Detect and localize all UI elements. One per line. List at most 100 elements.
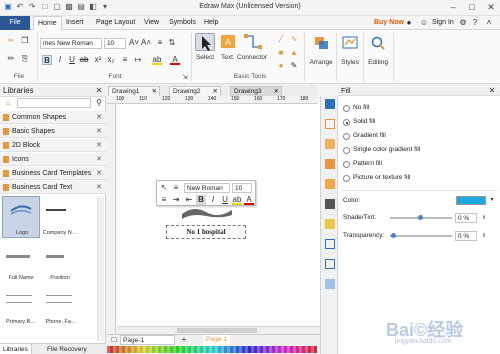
library-home-icon[interactable]: ⌂	[3, 98, 13, 108]
library-category[interactable]: Basic Shapes ✕	[0, 125, 106, 138]
image-tool-icon[interactable]	[325, 159, 335, 169]
palette-swatch[interactable]	[302, 346, 305, 353]
settings-icon[interactable]: ⚙	[458, 18, 468, 28]
palette-swatch[interactable]	[134, 346, 137, 353]
menu-page-layout[interactable]: Page Layout	[92, 16, 139, 30]
close-category-icon[interactable]: ✕	[96, 181, 102, 194]
cut-icon[interactable]: ✂	[6, 36, 16, 46]
palette-swatch[interactable]	[197, 346, 200, 353]
tab-libraries[interactable]: Libraries	[0, 344, 32, 354]
library-category[interactable]: Common Shapes ✕	[0, 111, 106, 124]
palette-swatch[interactable]	[164, 346, 167, 353]
menu-insert[interactable]: Insert	[62, 16, 88, 30]
palette-swatch[interactable]	[230, 346, 233, 353]
float-bullets-icon[interactable]: ≡	[159, 195, 169, 205]
shade-slider-knob[interactable]	[418, 215, 423, 220]
palette-swatch[interactable]	[233, 346, 236, 353]
page-settings-icon[interactable]: □	[109, 335, 119, 345]
sign-in-link[interactable]: Sign In	[428, 16, 458, 30]
cart-icon[interactable]: ●	[404, 18, 414, 28]
palette-swatch[interactable]	[143, 346, 146, 353]
palette-swatch[interactable]	[290, 346, 293, 353]
palette-swatch[interactable]	[173, 346, 176, 353]
palette-swatch[interactable]	[296, 346, 299, 353]
color-palette[interactable]	[107, 345, 320, 354]
attachment-tool-icon[interactable]	[325, 219, 335, 229]
palette-swatch[interactable]	[209, 346, 212, 353]
shade-value-input[interactable]: 0 %	[455, 213, 477, 223]
help-icon[interactable]: ?	[470, 18, 480, 28]
float-font-select[interactable]: New Roman	[184, 183, 230, 193]
superscript-icon[interactable]: x²	[93, 55, 103, 65]
line-tool-icon[interactable]	[325, 119, 335, 129]
palette-swatch[interactable]	[299, 346, 302, 353]
menu-home[interactable]: Home	[33, 16, 62, 30]
palette-swatch[interactable]	[218, 346, 221, 353]
align-icon[interactable]: ≡	[120, 55, 130, 65]
shade-spin-icon[interactable]: ⇕	[479, 213, 489, 223]
menu-symbols[interactable]: Symbols	[165, 16, 200, 30]
fill-tool-icon[interactable]	[325, 99, 335, 109]
collapse-ribbon-icon[interactable]: ˄	[484, 18, 494, 28]
buy-now-link[interactable]: Buy Now	[370, 16, 408, 30]
palette-swatch[interactable]	[161, 346, 164, 353]
close-category-icon[interactable]: ✕	[96, 125, 102, 138]
triangle-shape-icon[interactable]: ▲	[289, 48, 299, 58]
palette-swatch[interactable]	[152, 346, 155, 353]
logo-shape[interactable]	[180, 206, 234, 222]
menu-view[interactable]: View	[140, 16, 163, 30]
palette-swatch[interactable]	[293, 346, 296, 353]
fill-option-radio[interactable]	[343, 161, 350, 168]
shadow-tool-icon[interactable]	[325, 139, 335, 149]
palette-swatch[interactable]	[284, 346, 287, 353]
palette-swatch[interactable]	[215, 346, 218, 353]
palette-swatch[interactable]	[314, 346, 317, 353]
close-window-button[interactable]: ✕	[482, 1, 500, 14]
palette-swatch[interactable]	[167, 346, 170, 353]
palette-swatch[interactable]	[194, 346, 197, 353]
strikethrough-icon[interactable]: ab	[79, 55, 89, 65]
palette-swatch[interactable]	[203, 346, 206, 353]
horizontal-scrollbar[interactable]	[117, 326, 320, 334]
doc-tab[interactable]: Drawing1 ✕	[108, 86, 160, 96]
page-dropdown[interactable]: Page-1	[120, 335, 175, 345]
palette-swatch[interactable]	[191, 346, 194, 353]
copy-icon[interactable]: ❐	[20, 36, 30, 46]
close-category-icon[interactable]: ✕	[96, 111, 102, 124]
palette-swatch[interactable]	[119, 346, 122, 353]
search-icon[interactable]: ⚲	[94, 98, 104, 108]
fill-option-radio-selected[interactable]	[343, 119, 350, 126]
font-color-icon[interactable]: A	[170, 55, 180, 65]
float-highlight-icon[interactable]: ab	[232, 195, 242, 205]
transparency-slider-knob[interactable]	[391, 233, 396, 238]
palette-swatch[interactable]	[239, 346, 242, 353]
float-size-select[interactable]: 10	[232, 183, 252, 193]
palette-swatch[interactable]	[158, 346, 161, 353]
transparency-value-input[interactable]: 0 %	[455, 231, 477, 241]
text-direction-icon[interactable]: ↦	[133, 55, 143, 65]
library-search-input[interactable]	[17, 98, 91, 108]
close-category-icon[interactable]: ✕	[96, 139, 102, 152]
palette-swatch[interactable]	[137, 346, 140, 353]
palette-swatch[interactable]	[242, 346, 245, 353]
underline-icon[interactable]: U	[67, 55, 77, 65]
doc-tab[interactable]: Drawing2 ✕	[169, 86, 221, 96]
float-align-icon[interactable]: ≡	[171, 183, 181, 193]
libraries-scrollbar[interactable]	[97, 196, 104, 341]
palette-swatch[interactable]	[107, 346, 110, 353]
arrange-button[interactable]	[311, 34, 331, 52]
tab-file-recovery[interactable]: File Recovery	[44, 344, 90, 354]
menu-help[interactable]: Help	[200, 16, 222, 30]
doc-tab-active[interactable]: Drawing3 ✕	[230, 86, 282, 96]
library-category[interactable]: Business Card Templates ✕	[0, 167, 106, 180]
navigation-tool-icon[interactable]	[325, 279, 335, 289]
palette-swatch[interactable]	[260, 346, 263, 353]
italic-icon[interactable]: I	[55, 55, 65, 65]
library-category[interactable]: Business Card Text ✕	[0, 181, 106, 194]
palette-swatch[interactable]	[185, 346, 188, 353]
text-tool[interactable]: A	[218, 33, 238, 51]
palette-swatch[interactable]	[236, 346, 239, 353]
palette-swatch[interactable]	[206, 346, 209, 353]
grow-font-icon[interactable]: A˅	[129, 38, 139, 48]
note-tool-icon[interactable]	[325, 239, 335, 249]
